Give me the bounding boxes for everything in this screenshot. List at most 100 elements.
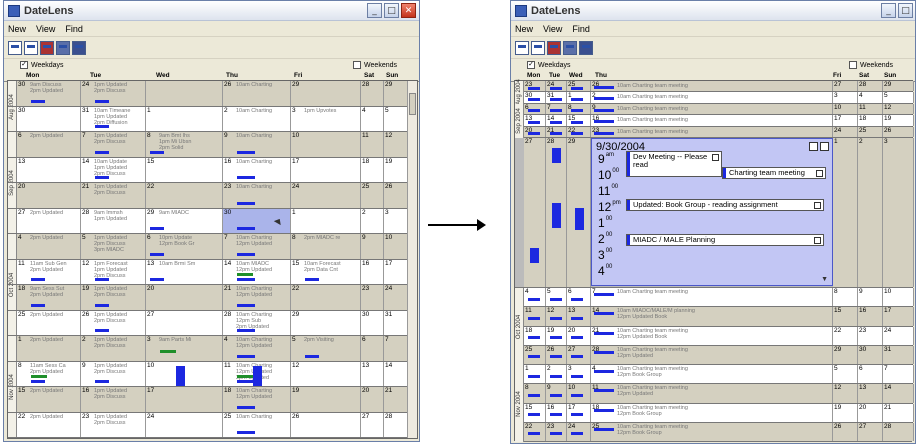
day-cell[interactable]: 20	[146, 285, 223, 310]
day-cell[interactable]: 10	[567, 384, 591, 403]
day-cell[interactable]: 8 9am Bmt Ihs 1pm Mi Ubsn 2pm Solid	[146, 132, 223, 157]
day-cell[interactable]: 23 1pm Updated 2pm Discuss	[81, 412, 146, 437]
day-cell[interactable]: 27	[524, 138, 546, 287]
day-cell[interactable]: 3 1pm Upvotes	[291, 106, 361, 131]
day-cell[interactable]: 4	[361, 106, 384, 131]
day-cell[interactable]: 21	[546, 126, 567, 137]
day-cell[interactable]: 19	[291, 387, 361, 412]
day-cell[interactable]: 15	[524, 403, 546, 422]
year-view-icon[interactable]	[563, 40, 577, 55]
day-cell[interactable]: 18 9am Sess Sut 2pm Updated	[17, 285, 81, 310]
day-cell[interactable]: 20	[17, 183, 81, 208]
day-cell[interactable]: 1	[567, 92, 591, 103]
day-cell[interactable]: 27 2pm Updated	[17, 208, 81, 233]
minimize-button[interactable]: _	[881, 3, 896, 18]
day-cell[interactable]: 13 10am Brmi Sm	[146, 259, 223, 284]
week-view-icon[interactable]	[24, 40, 38, 55]
day-cell[interactable]: 11	[524, 307, 546, 326]
day-cell[interactable]: 1 2pm Updated	[17, 336, 81, 361]
day-cell[interactable]: 12	[384, 132, 408, 157]
day-cell[interactable]: 5	[546, 288, 567, 307]
appointment-button[interactable]	[712, 154, 719, 161]
day-cell[interactable]: 14	[546, 115, 567, 126]
day-cell[interactable]: 30	[17, 106, 81, 131]
day-cell[interactable]: 1	[146, 106, 223, 131]
list-view-icon[interactable]	[579, 40, 593, 55]
menu-find[interactable]: Find	[572, 24, 590, 34]
day-cell[interactable]: 22	[291, 285, 361, 310]
day-cell[interactable]: 19 1pm Updated 2pm Discuss	[81, 285, 146, 310]
day-cell[interactable]: 16 1pm Updated 2pm Discuss	[81, 387, 146, 412]
day-cell[interactable]: 1	[833, 138, 858, 287]
weekends-checkbox[interactable]	[353, 61, 362, 69]
day-view-icon[interactable]	[515, 40, 529, 55]
day-cell[interactable]: 16	[361, 259, 384, 284]
day-cell[interactable]: 13	[17, 157, 81, 182]
day-cell[interactable]: 12	[291, 361, 361, 386]
maximize-button[interactable]: □	[898, 3, 913, 18]
weekends-checkbox[interactable]	[849, 61, 858, 69]
day-cell[interactable]: 8	[567, 103, 591, 115]
maximize-button[interactable]: □	[384, 3, 399, 18]
day-cell[interactable]: 5 1pm Updated 2pm Discuss 3pm MIADC	[81, 234, 146, 259]
day-cell[interactable]: 18	[361, 157, 384, 182]
day-cell[interactable]: 25	[567, 81, 591, 92]
day-cell[interactable]: 24	[567, 422, 591, 441]
day-cell[interactable]: 29 9am MIADC	[146, 208, 223, 233]
day-cell[interactable]: 13	[361, 361, 384, 386]
day-cell[interactable]: 18 10am Charting 12pm Updated	[223, 387, 291, 412]
day-cell[interactable]: 17	[567, 403, 591, 422]
day-cell[interactable]: 10	[291, 132, 361, 157]
day-cell[interactable]: 22	[524, 422, 546, 441]
day-cell[interactable]: 14 10am Update 1pm Updated 2pm Discuss	[81, 157, 146, 182]
day-cell[interactable]: 29	[291, 310, 361, 335]
title-bar[interactable]: DateLens _ □	[511, 1, 915, 21]
day-cell[interactable]: 20	[567, 326, 591, 345]
popup-close-button[interactable]	[820, 142, 829, 151]
day-cell[interactable]: 22 2pm Updated	[17, 412, 81, 437]
day-cell[interactable]: 25 10am Charting	[223, 412, 291, 437]
day-cell[interactable]: 14 10am MIADC 12pm Updated	[223, 259, 291, 284]
day-cell[interactable]: 24	[384, 285, 408, 310]
day-cell[interactable]: 13	[524, 115, 546, 126]
day-cell[interactable]: 22	[567, 126, 591, 137]
appointment[interactable]: Updated: Book Group - reading assignment	[626, 199, 824, 211]
day-cell[interactable]: 26	[546, 345, 567, 364]
title-bar[interactable]: DateLens _ □ ✕	[4, 1, 419, 21]
day-cell[interactable]: 3	[384, 208, 408, 233]
day-cell[interactable]: 8 2pm MIADC re	[291, 234, 361, 259]
day-cell[interactable]: 28 10am Charting 12pm Sub 2pm Updated	[223, 310, 291, 335]
close-button[interactable]: ✕	[401, 3, 416, 18]
menu-new[interactable]: New	[515, 24, 533, 34]
day-cell[interactable]: 23	[361, 285, 384, 310]
day-cell[interactable]: 26	[384, 183, 408, 208]
day-cell[interactable]: 4 2pm Updated	[17, 234, 81, 259]
scroll-down-icon[interactable]: ▼	[821, 276, 828, 283]
day-cell[interactable]: 25	[524, 345, 546, 364]
day-cell[interactable]: 12 1pm Forecast 1pm Updated 2pm Discuss	[81, 259, 146, 284]
appointment[interactable]: Dev Meeting -- Please read	[626, 151, 722, 177]
day-cell[interactable]: 24	[146, 412, 223, 437]
day-cell[interactable]: 9	[361, 234, 384, 259]
day-cell[interactable]: 3	[567, 365, 591, 384]
day-cell[interactable]: 24 1pm Updated 2pm Discuss	[81, 81, 146, 106]
day-cell[interactable]: 31	[546, 92, 567, 103]
day-cell[interactable]: 21 10am Charting 12pm Updated	[223, 285, 291, 310]
day-cell[interactable]: 5	[384, 106, 408, 131]
day-cell[interactable]: 26	[291, 412, 361, 437]
day-cell[interactable]: 6	[361, 336, 384, 361]
day-cell[interactable]: 8 11am Sess Ca 2pm Updated	[17, 361, 81, 386]
day-cell[interactable]: 19	[384, 157, 408, 182]
day-cell[interactable]: 25 2pm Updated	[17, 310, 81, 335]
day-cell[interactable]: 28	[384, 412, 408, 437]
day-cell[interactable]: 31 10am Timeane 1pm Updated 2pm Diffusion	[81, 106, 146, 131]
day-cell[interactable]: 2	[361, 208, 384, 233]
day-cell[interactable]: 3	[883, 138, 914, 287]
day-cell[interactable]: 26 10am Charting	[223, 81, 291, 106]
day-cell[interactable]: 28	[361, 81, 384, 106]
scroll-thumb[interactable]	[409, 93, 416, 115]
day-cell[interactable]: 6	[567, 288, 591, 307]
appointment-button[interactable]	[816, 170, 823, 177]
list-view-icon[interactable]	[72, 40, 86, 55]
minimize-button[interactable]: _	[367, 3, 382, 18]
